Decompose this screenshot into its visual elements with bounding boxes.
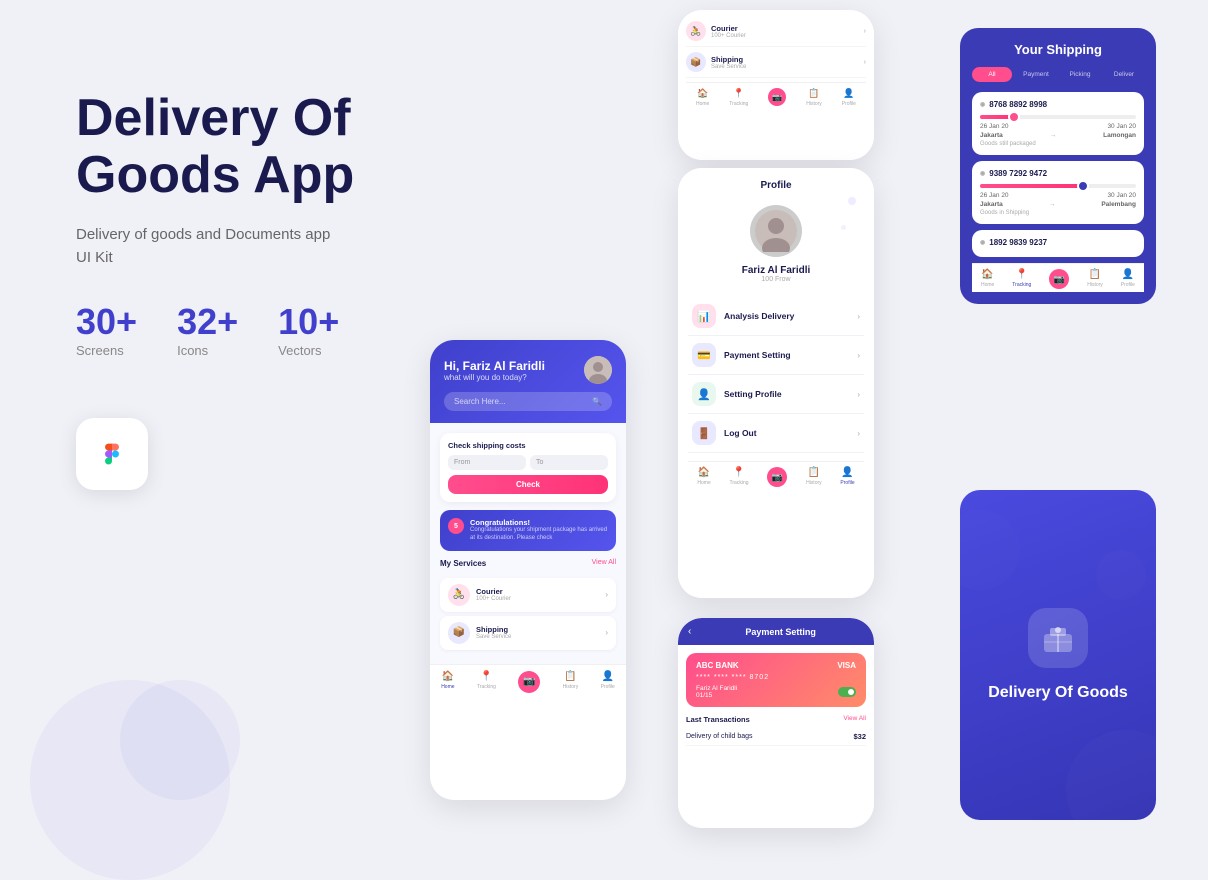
delivery-card-label: Delivery Of Goods — [988, 684, 1128, 702]
greeting-text: Hi, Fariz Al Faridli — [444, 359, 545, 373]
profile-followers: 100 Frow — [688, 276, 864, 283]
card-number: **** **** **** 8702 — [696, 674, 856, 681]
tab-payment[interactable]: Payment — [1016, 67, 1056, 82]
mini-shipping-item: 📦 Shipping Save Service › — [686, 47, 866, 78]
home-nav-icon: 🏠 — [442, 671, 454, 682]
courier-service-icon: 🚴 — [448, 584, 470, 606]
congrats-sub: Congratulations your shipment package ha… — [470, 527, 608, 543]
tracking-num-2: 9389 7292 9472 — [980, 169, 1136, 178]
analysis-icon: 📊 — [692, 304, 716, 328]
shipping-service-icon: 📦 — [448, 622, 470, 644]
profile-avatar — [750, 205, 802, 257]
setting-profile-icon: 👤 — [692, 382, 716, 406]
back-icon[interactable]: ‹ — [688, 626, 691, 637]
app-title: Delivery Of Goods App — [76, 90, 496, 204]
sub-greeting-text: what will you do today? — [444, 373, 545, 382]
shipping-card: Your Shipping All Payment Picking Delive… — [960, 28, 1156, 304]
view-all-link[interactable]: View All — [592, 559, 616, 572]
tab-all[interactable]: All — [972, 67, 1012, 82]
phone-profile: Profile Fariz Al Faridli 100 Frow 📊 Anal… — [678, 168, 874, 598]
shipping-item-2: 9389 7292 9472 26 Jan 20 30 Jan 20 Jakar… — [972, 161, 1144, 224]
profile-bottom-nav: 🏠 Home 📍 Tracking 📷 📋 History 👤 Profile — [688, 461, 864, 490]
tracking-num-1: 8768 8892 8998 — [980, 100, 1136, 109]
camera-nav-icon[interactable]: 📷 — [518, 671, 540, 693]
check-button[interactable]: Check — [448, 475, 608, 494]
congrats-box: 5 Congratulations! Congratulations your … — [440, 510, 616, 551]
delivery-card-bottom: Delivery Of Goods — [960, 490, 1156, 820]
shipping-item-1: 8768 8892 8998 26 Jan 20 30 Jan 20 Jakar… — [972, 92, 1144, 155]
shipping-title: Your Shipping — [972, 42, 1144, 57]
tracking-nav-icon: 📍 — [480, 671, 492, 682]
home-bottom-nav: 🏠 Home 📍 Tracking 📷 📋 History 👤 Profile — [430, 664, 626, 699]
tab-picking[interactable]: Picking — [1060, 67, 1100, 82]
delivery-icon-box — [1028, 608, 1088, 668]
profile-title: Profile — [688, 180, 864, 191]
payment-icon: 💳 — [692, 343, 716, 367]
shipping-icon: 📦 — [686, 52, 706, 72]
status-1: Goods still packaged — [980, 141, 1136, 147]
phone-top-center: 🚴 Courier 100+ Courier › 📦 Shipping Save… — [678, 10, 874, 160]
stat-icons: 32+ Icons — [177, 301, 238, 358]
courier-icon: 🚴 — [686, 21, 706, 41]
service-shipping[interactable]: 📦 Shipping Save Service › — [440, 616, 616, 650]
trans-item-1: Delivery of child bags $32 — [686, 728, 866, 746]
user-avatar — [584, 356, 612, 384]
from-input[interactable]: From — [448, 455, 526, 470]
my-services-title: My Services — [440, 559, 486, 568]
shipping-item-3: 1892 9839 9237 — [972, 230, 1144, 257]
payment-card-visual: ABC BANK VISA **** **** **** 8702 Fariz … — [686, 653, 866, 707]
shipping-tabs: All Payment Picking Deliver — [972, 67, 1144, 82]
stat-vectors: 10+ Vectors — [278, 301, 339, 358]
phone-header: Hi, Fariz Al Faridli what will you do to… — [430, 340, 626, 423]
tracking-num-3: 1892 9839 9237 — [980, 238, 1136, 247]
mini-bottom-nav: 🏠 Home 📍 Tracking 📷 📋 History 👤 Profile — [686, 82, 866, 110]
menu-logout[interactable]: 🚪 Log Out › — [688, 414, 864, 453]
profile-nav-icon: 👤 — [601, 671, 613, 682]
tab-deliver[interactable]: Deliver — [1104, 67, 1144, 82]
mini-courier-item: 🚴 Courier 100+ Courier › — [686, 16, 866, 47]
menu-payment[interactable]: 💳 Payment Setting › — [688, 336, 864, 375]
congrats-title: Congratulations! — [470, 518, 608, 527]
card-toggle[interactable] — [838, 687, 856, 697]
status-2: Goods in Shipping — [980, 210, 1136, 216]
menu-setting-profile[interactable]: 👤 Setting Profile › — [688, 375, 864, 414]
congrats-num: 5 — [448, 518, 464, 534]
logout-icon: 🚪 — [692, 421, 716, 445]
search-icon: 🔍 — [592, 397, 602, 406]
search-bar[interactable]: Search Here... 🔍 — [444, 392, 612, 411]
app-subtitle: Delivery of goods and Documents app UI K… — [76, 224, 496, 269]
figma-badge — [76, 418, 148, 490]
shipping-bottom-nav: 🏠 Home 📍 Tracking 📷 📋 History 👤 Profile — [972, 263, 1144, 292]
shipping-cost-box: Check shipping costs From To Check — [440, 433, 616, 502]
phone-payment: ‹ Payment Setting ABC BANK VISA **** ***… — [678, 618, 874, 828]
history-nav-icon: 📋 — [564, 671, 576, 682]
to-input[interactable]: To — [530, 455, 608, 470]
service-courier[interactable]: 🚴 Courier 100+ Courier › — [440, 578, 616, 612]
stat-screens: 30+ Screens — [76, 301, 137, 358]
phone-main: Hi, Fariz Al Faridli what will you do to… — [430, 340, 626, 800]
profile-name: Fariz Al Faridli — [688, 265, 864, 276]
menu-analysis[interactable]: 📊 Analysis Delivery › — [688, 297, 864, 336]
payment-screen-title: Payment Setting — [697, 627, 864, 637]
